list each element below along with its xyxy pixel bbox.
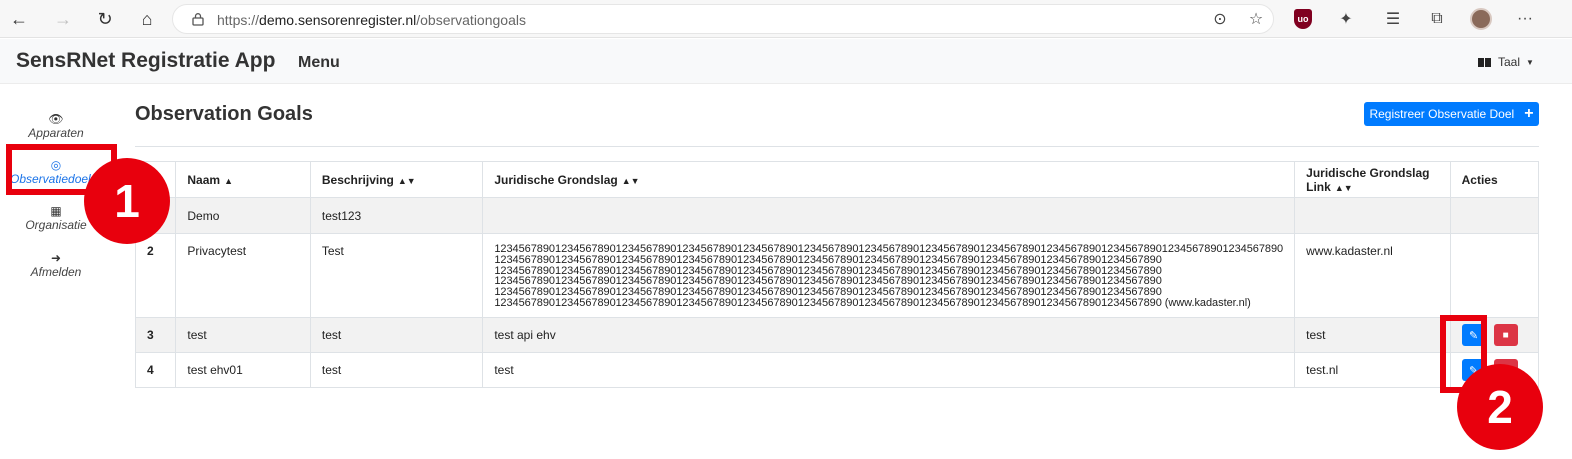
annotation-marker-2: 2 xyxy=(1457,364,1543,450)
cell-acties xyxy=(1449,197,1540,234)
column-header-acties: Acties xyxy=(1449,161,1540,198)
menu-link[interactable]: Menu xyxy=(298,54,340,72)
cell-beschrijving: Test xyxy=(309,233,484,318)
cell-link: www.kadaster.nl xyxy=(1294,233,1451,318)
more-icon[interactable]: ··· xyxy=(1512,6,1538,32)
refresh-icon[interactable]: ↻ xyxy=(92,6,118,32)
cell-beschrijving: test xyxy=(309,352,484,388)
delete-button[interactable]: ■ xyxy=(1493,324,1518,346)
page-title: Observation Goals xyxy=(135,103,313,125)
url-text: https://demo.sensorenregister.nl/observa… xyxy=(217,12,526,28)
cell-id: 4 xyxy=(134,352,177,388)
register-button-label: Registreer Observatie Doel xyxy=(1369,107,1515,121)
column-header-grondslag[interactable]: Juridische Grondslag ▲▼ xyxy=(482,161,1296,198)
cell-link: test.nl xyxy=(1294,352,1451,388)
home-icon[interactable]: ⌂ xyxy=(134,6,160,32)
cell-naam: Demo xyxy=(175,197,311,234)
cell-grondslag: test xyxy=(482,352,1296,388)
language-label: Taal xyxy=(1498,55,1521,69)
eye-icon: 👁︎ xyxy=(48,112,64,126)
zoom-icon[interactable]: ⊙ xyxy=(1207,6,1233,32)
cell-naam: test xyxy=(175,317,311,353)
table-header-row: Naam ▲ Beschrijving ▲︎▼ Juridische Grondsl… xyxy=(134,161,1540,198)
divider xyxy=(135,146,1539,147)
sidebar-item-label: Afmelden xyxy=(30,265,82,279)
trash-icon: ■ xyxy=(1502,329,1509,341)
cell-grondslag: 1234567890123456789012345678901234567890… xyxy=(482,233,1296,318)
column-header-grondslag-link[interactable]: Juridische Grondslag Link ▲▼ xyxy=(1294,161,1451,198)
cell-link: test xyxy=(1294,317,1451,353)
sort-icon: ▲▼ xyxy=(1334,182,1353,193)
sidebar-item-label: Apparaten xyxy=(28,126,84,140)
grondslag-long-text: 1234567890123456789012345678901234567890… xyxy=(494,243,1284,309)
lock-icon xyxy=(192,13,204,26)
sign-out-icon: ➜ xyxy=(50,251,62,265)
annotation-marker-1: 1 xyxy=(84,158,170,244)
table-row[interactable]: Demo test123 xyxy=(134,197,1540,234)
cell-id: 3 xyxy=(134,317,177,353)
caret-down-icon: ▼ xyxy=(1526,57,1534,67)
column-header-naam[interactable]: Naam ▲ xyxy=(175,161,311,198)
register-observation-goal-button[interactable]: Registreer Observatie Doel + xyxy=(1364,102,1539,126)
table-row[interactable]: 2 Privacytest Test 123456789012345678901… xyxy=(134,233,1540,318)
observation-goals-table: Naam ▲ Beschrijving ▲︎▼ Juridische Grondsl… xyxy=(134,161,1540,388)
column-header-beschrijving[interactable]: Beschrijving ▲︎▼ xyxy=(309,161,484,198)
plus-icon: + xyxy=(1524,105,1534,122)
forward-icon[interactable]: → xyxy=(50,6,76,32)
sort-icon: ▲▼ xyxy=(621,175,640,186)
browser-toolbar: ← → ↻ ⌂ https://demo.sensorenregister.nl… xyxy=(0,0,1572,38)
cell-naam: Privacytest xyxy=(175,233,311,318)
cell-beschrijving: test xyxy=(309,317,484,353)
profile-avatar[interactable] xyxy=(1468,6,1494,32)
table-row[interactable]: 4 test ehv01 test test test.nl ✎ ■ xyxy=(134,352,1540,388)
sidebar-item-label: Organisatie xyxy=(25,218,87,232)
app-navbar: SensRNet Registratie App Menu Taal ▼ xyxy=(0,39,1572,84)
cell-grondslag xyxy=(482,197,1296,234)
cell-beschrijving: test123 xyxy=(309,197,484,234)
extensions-icon[interactable]: ✦ xyxy=(1333,6,1359,32)
table-row[interactable]: 3 test test test api ehv test ✎ ■ xyxy=(134,317,1540,353)
address-bar[interactable]: https://demo.sensorenregister.nl/observa… xyxy=(172,4,1274,34)
cell-grondslag: test api ehv xyxy=(482,317,1296,353)
sidebar-item-apparaten[interactable]: 👁︎ Apparaten xyxy=(10,112,102,140)
cell-id: 2 xyxy=(134,233,177,318)
ublock-extension-icon[interactable]: uo xyxy=(1290,6,1316,32)
cell-acties xyxy=(1449,233,1540,318)
cell-naam: test ehv01 xyxy=(175,352,311,388)
language-dropdown[interactable]: Taal ▼ xyxy=(1478,55,1534,69)
back-icon[interactable]: ← xyxy=(6,6,32,32)
favorites-list-icon[interactable]: ☰ xyxy=(1380,6,1406,32)
sort-icon: ▲︎▼ xyxy=(397,175,416,186)
language-icon xyxy=(1478,57,1492,67)
sidebar-item-afmelden[interactable]: ➜ Afmelden xyxy=(10,251,102,279)
cell-link xyxy=(1294,197,1451,234)
favorite-icon[interactable]: ☆ xyxy=(1243,6,1269,32)
sort-ascending-icon: ▲ xyxy=(224,175,233,186)
collections-icon[interactable]: ⧉ xyxy=(1424,6,1450,32)
app-brand[interactable]: SensRNet Registratie App xyxy=(16,49,275,73)
